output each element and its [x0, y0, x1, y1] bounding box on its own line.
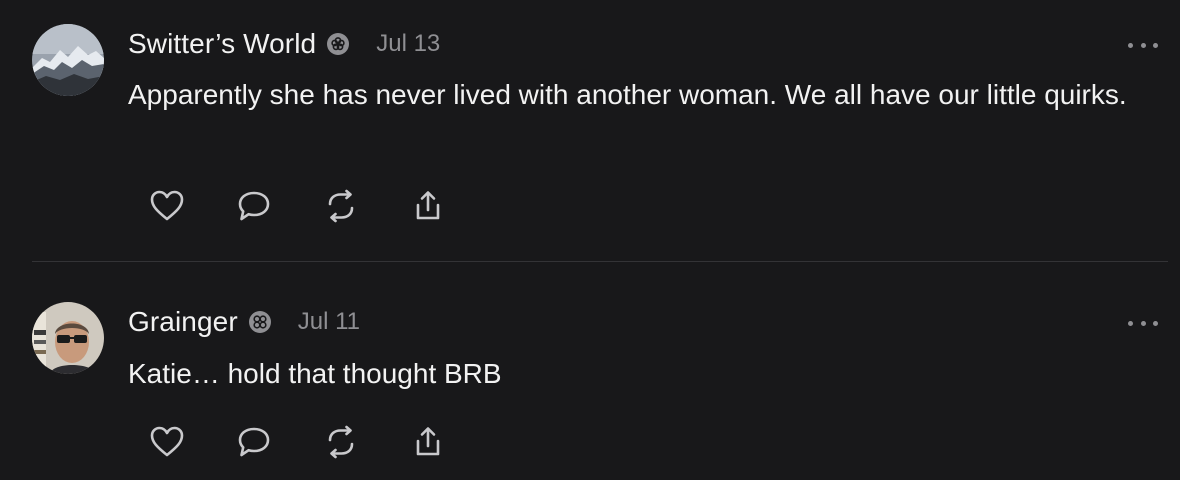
author-name[interactable]: Grainger	[128, 306, 238, 338]
share-button[interactable]	[407, 423, 449, 461]
avatar[interactable]	[32, 24, 104, 96]
post-actions	[146, 187, 494, 225]
repost-button[interactable]	[320, 423, 362, 461]
post-header: Grainger Jul 11	[128, 302, 360, 342]
heart-icon	[150, 190, 184, 221]
post-header: Switter’s World Jul 13	[128, 24, 440, 64]
verified-badge-icon	[248, 310, 272, 334]
post-date[interactable]: Jul 13	[376, 30, 440, 58]
author-name[interactable]: Switter’s World	[128, 28, 316, 60]
comment-button[interactable]	[233, 423, 275, 461]
like-button[interactable]	[146, 423, 188, 461]
post-actions	[146, 423, 494, 461]
repost-icon	[328, 425, 354, 459]
heart-icon	[150, 426, 184, 457]
more-options-icon[interactable]	[1128, 318, 1158, 328]
verified-badge-icon	[326, 32, 350, 56]
avatar[interactable]	[32, 302, 104, 374]
share-icon	[416, 427, 440, 456]
post-text: Katie… hold that thought BRB	[128, 358, 502, 389]
comment-icon	[238, 191, 270, 221]
share-icon	[416, 191, 440, 220]
post: Grainger Jul 11 Katie… hold that thought…	[0, 262, 1180, 480]
more-options-icon[interactable]	[1128, 40, 1158, 50]
comment-button[interactable]	[233, 187, 275, 225]
share-button[interactable]	[407, 187, 449, 225]
post-text: Apparently she has never lived with anot…	[128, 79, 1127, 110]
like-button[interactable]	[146, 187, 188, 225]
repost-icon	[328, 189, 354, 223]
comment-icon	[238, 427, 270, 457]
post: Switter’s World Jul 13 Apparently she ha…	[0, 0, 1180, 262]
repost-button[interactable]	[320, 187, 362, 225]
post-date[interactable]: Jul 11	[298, 308, 360, 336]
